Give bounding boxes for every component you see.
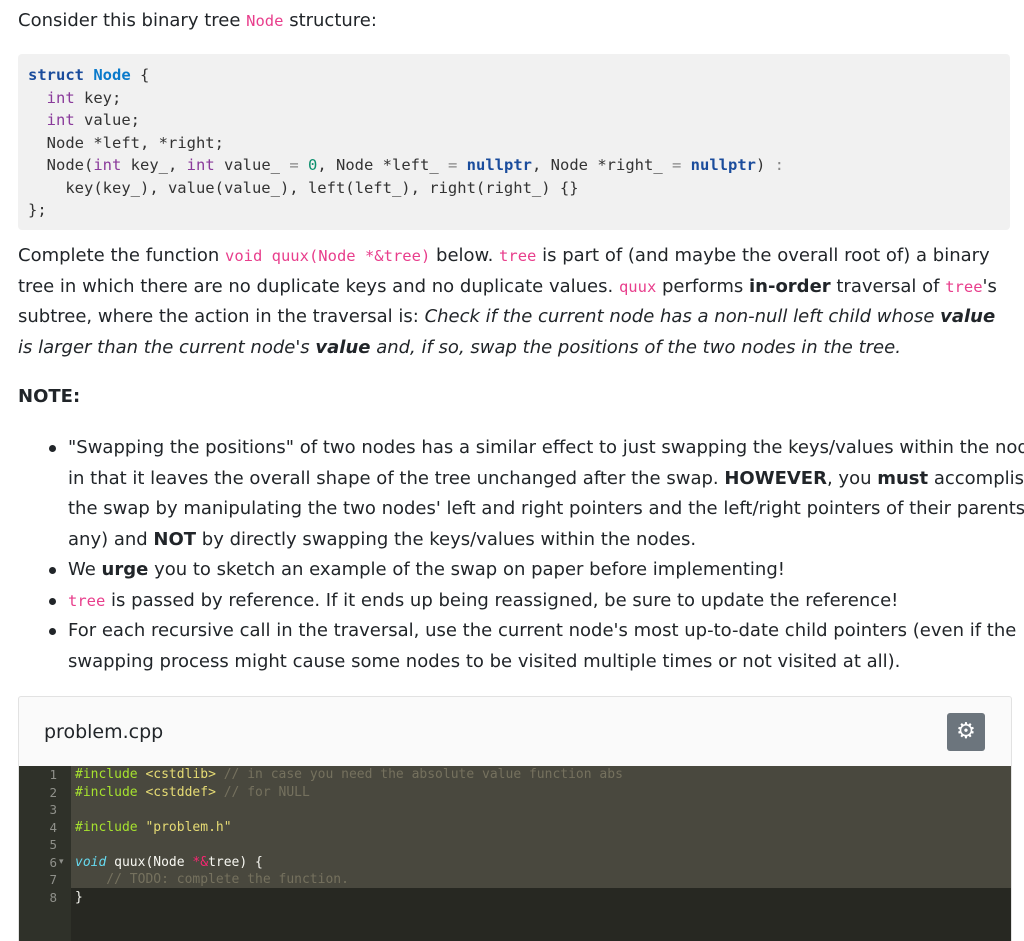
- list-item: For each recursive call in the traversal…: [49, 616, 1024, 677]
- code-line: #include <cstddef> // for NULL: [75, 784, 310, 800]
- code-line: void quux(Node *&tree) {: [75, 854, 263, 870]
- line-number: 6: [49, 854, 57, 870]
- intro-before: Consider this binary tree: [18, 10, 247, 31]
- file-name: problem.cpp: [44, 721, 164, 743]
- function-signature-code: void quux(Node *&tree): [224, 247, 431, 265]
- notes-list: "Swapping the positions" of two nodes ha…: [18, 433, 1024, 677]
- list-item: "Swapping the positions" of two nodes ha…: [49, 433, 1024, 555]
- intro-inline-code: Node: [246, 12, 284, 30]
- list-item: tree is passed by reference. If it ends …: [49, 586, 1024, 617]
- line-number: 2: [49, 784, 57, 800]
- code-editor-card: problem.cpp ⚙ 1 2 3 4 5 6 ▾ 7 8 #include…: [18, 696, 1012, 941]
- code-line: }: [75, 889, 83, 905]
- line-number-gutter: 1 2 3 4 5 6 ▾ 7 8: [19, 766, 71, 941]
- struct-code-block: struct Node { int key; int value; Node *…: [18, 54, 1010, 230]
- code-line: #include "problem.h": [75, 819, 232, 835]
- intro-text: Consider this binary tree Node structure…: [18, 8, 377, 34]
- code-line: // TODO: complete the function.: [75, 872, 349, 887]
- fold-arrow-icon[interactable]: ▾: [59, 854, 64, 872]
- list-item: We urge you to sketch an example of the …: [49, 555, 1024, 586]
- line-number: 3: [49, 802, 57, 817]
- settings-button[interactable]: ⚙: [947, 713, 985, 751]
- problem-description: Complete the function void quux(Node *&t…: [18, 245, 997, 358]
- line-number: 1: [49, 767, 57, 782]
- note-heading: NOTE:: [18, 386, 81, 407]
- line-number: 4: [49, 819, 57, 835]
- line-number: 5: [49, 837, 57, 852]
- code-line: #include <cstdlib> // in case you need t…: [75, 767, 623, 782]
- gear-icon: ⚙: [956, 719, 976, 744]
- struct-code: struct Node { int key; int value; Node *…: [28, 66, 784, 219]
- intro-after: structure:: [283, 10, 377, 31]
- code-editor[interactable]: 1 2 3 4 5 6 ▾ 7 8 #include <cstdlib> // …: [19, 766, 1011, 941]
- line-number: 7: [49, 872, 57, 887]
- line-number: 8: [49, 889, 57, 905]
